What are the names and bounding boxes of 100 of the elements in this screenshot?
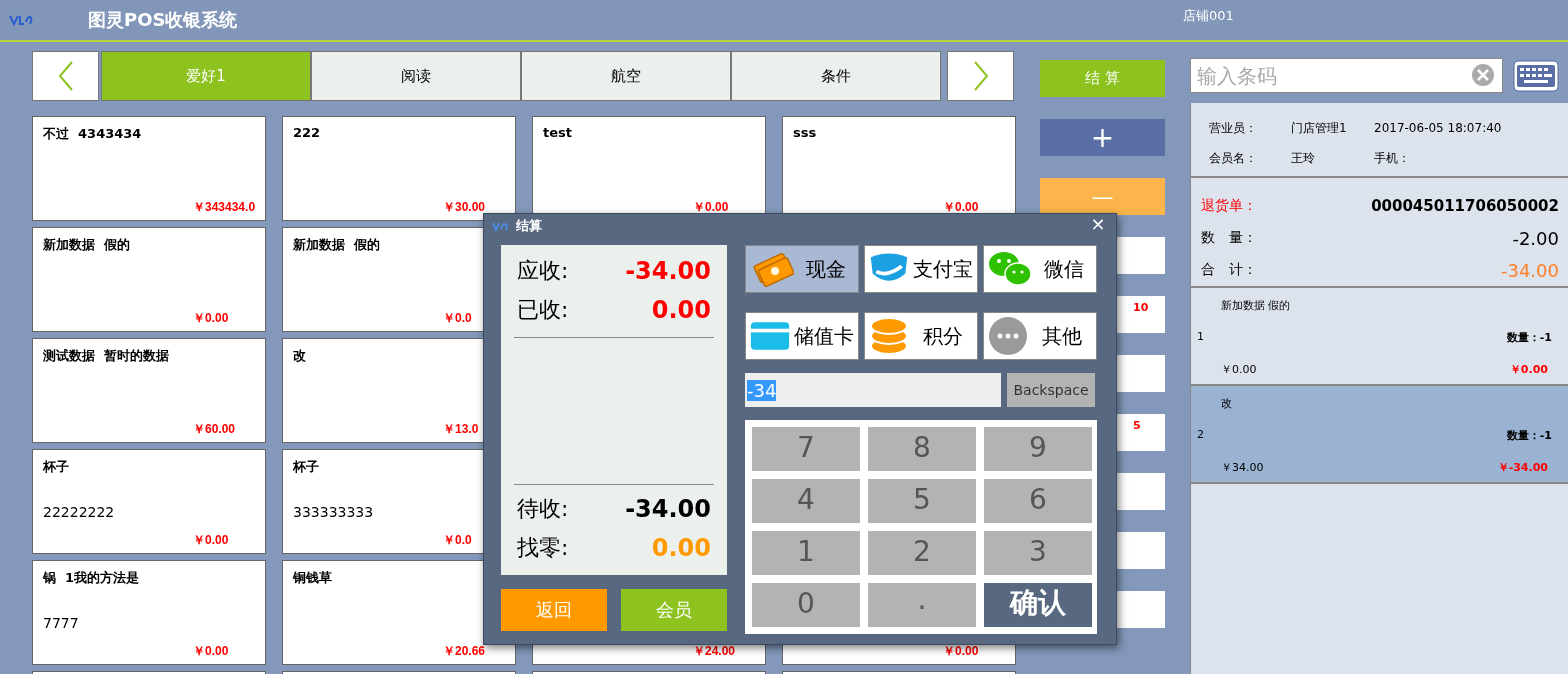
product-price: ￥24.00 [693,643,736,660]
add-button[interactable]: + [1040,119,1165,156]
payment-method-button[interactable]: 其他 [983,312,1097,360]
product-price: ￥0.00 [193,310,229,327]
product-card[interactable]: 222 ￥30.00 [282,116,516,221]
category-tab[interactable]: 阅读 [311,51,521,101]
product-price: ￥0.00 [193,643,229,660]
payment-method-button[interactable]: 支付宝 [864,245,978,293]
confirm-button[interactable]: 确认 [984,583,1092,627]
product-card[interactable]: 不过 4343434 ￥343434.0 [32,116,266,221]
amount-label: 已收: [517,295,569,324]
chevron-left-icon [57,61,74,91]
item-amount: ￥0.00 [1509,362,1548,377]
item-quantity: 数量：-1 [1506,330,1552,345]
app-title: 图灵POS收银系统 [88,8,238,32]
keypad-key[interactable]: 1 [752,531,860,575]
summary-label: 数 量： [1201,229,1257,247]
product-card[interactable]: 锅 1我的方法是 7777 ￥0.00 [32,560,266,665]
info-text: 会员名： [1209,149,1258,167]
product-price: ￥0.00 [193,532,229,549]
keypad-key[interactable]: 0 [752,583,860,627]
item-index: 1 [1197,330,1204,345]
clear-icon[interactable] [1471,63,1495,87]
keypad-key[interactable]: . [868,583,976,627]
product-name: 测试数据 暂时的数据 [43,347,170,365]
product-price: ￥0.00 [943,199,979,216]
product-name: test [543,125,572,140]
order-item[interactable]: 改 2 数量：-1 ￥34.00 ￥-34.00 [1191,386,1568,484]
product-code: 22222222 [43,504,115,520]
payment-method-button[interactable]: 现金 [745,245,859,293]
product-name: 杯子 [293,458,319,476]
product-name: 不过 4343434 [43,125,142,143]
product-card[interactable]: 测试数据 暂时的数据 ￥60.00 [32,338,266,443]
info-text: 2017-06-05 18:07:40 [1374,121,1502,135]
product-price: ￥13.0 [443,421,479,438]
product-name: 杯子 [43,458,69,476]
product-code: 7777 [43,615,79,631]
payment-method-button[interactable]: 微信 [983,245,1097,293]
product-name: 锅 1我的方法是 [43,569,140,587]
product-name: 铜钱草 [293,569,332,587]
count-label: 10 [1133,301,1149,314]
store-name: 店铺001 [1183,7,1234,25]
info-text: 王玲 [1291,149,1316,167]
product-price: ￥0.00 [693,199,729,216]
keypad-key[interactable]: 3 [984,531,1092,575]
count-label: 5 [1133,419,1141,432]
next-button[interactable] [947,51,1014,101]
product-name: 改 [293,347,306,365]
barcode-field[interactable]: 输入条码 [1190,58,1503,93]
payment-method-button[interactable]: 储值卡 [745,312,859,360]
amount-value: -34.00 [625,256,711,285]
product-price: ￥60.00 [193,421,236,438]
amount-value: -34.00 [625,494,711,523]
amount-label: 待收: [517,494,569,523]
info-text: 营业员： [1209,119,1258,137]
product-price: ￥343434.0 [193,199,256,216]
keypad-key[interactable]: 4 [752,479,860,523]
item-name: 新加数据 假的 [1221,298,1292,313]
product-name: 新加数据 假的 [293,236,381,254]
category-tab[interactable]: 航空 [521,51,731,101]
info-text: 门店管理1 [1291,119,1348,137]
logo-icon [492,220,510,232]
keypad-key[interactable]: 6 [984,479,1092,523]
product-price: ￥0.00 [943,643,979,660]
keypad-key[interactable]: 7 [752,427,860,471]
category-tab[interactable]: 条件 [731,51,941,101]
item-amount: ￥-34.00 [1497,460,1548,475]
amount-label: 应收: [517,256,569,285]
amount-label: 找零: [517,533,569,562]
unit-price: ￥34.00 [1221,460,1264,475]
unit-price: ￥0.00 [1221,362,1257,377]
amount-value: 0.00 [651,295,711,324]
keypad-key[interactable]: 5 [868,479,976,523]
more-icon [988,316,1028,356]
item-name: 改 [1221,396,1233,411]
product-price: ￥0.0 [443,532,472,549]
chevron-right-icon [972,61,989,91]
product-card[interactable]: 杯子 22222222 ￥0.00 [32,449,266,554]
keyboard-icon[interactable] [1513,59,1559,92]
amount-value: 0.00 [651,533,711,562]
keypad-key[interactable]: 2 [868,531,976,575]
product-price: ￥30.00 [443,199,486,216]
info-text: 手机： [1374,149,1410,167]
item-index: 2 [1197,428,1204,443]
item-quantity: 数量：-1 [1506,428,1552,443]
summary-value: 000045011706050002 [1371,197,1559,215]
backspace-button[interactable]: Backspace [1007,373,1095,407]
product-card[interactable]: 新加数据 假的 ￥0.00 [32,227,266,332]
keypad-key[interactable]: 9 [984,427,1092,471]
summary-label: 退货单： [1201,197,1257,215]
product-code: 333333333 [293,504,374,520]
payment-method-button[interactable]: 积分 [864,312,978,360]
product-name: 222 [293,125,321,140]
previous-button[interactable] [32,51,99,101]
summary-label: 合 计： [1201,261,1257,279]
close-button[interactable]: × [1080,214,1116,234]
card-icon [750,319,790,353]
product-name: 新加数据 假的 [43,236,131,254]
keypad-key[interactable]: 8 [868,427,976,471]
summary-value: -34.00 [1500,259,1559,281]
